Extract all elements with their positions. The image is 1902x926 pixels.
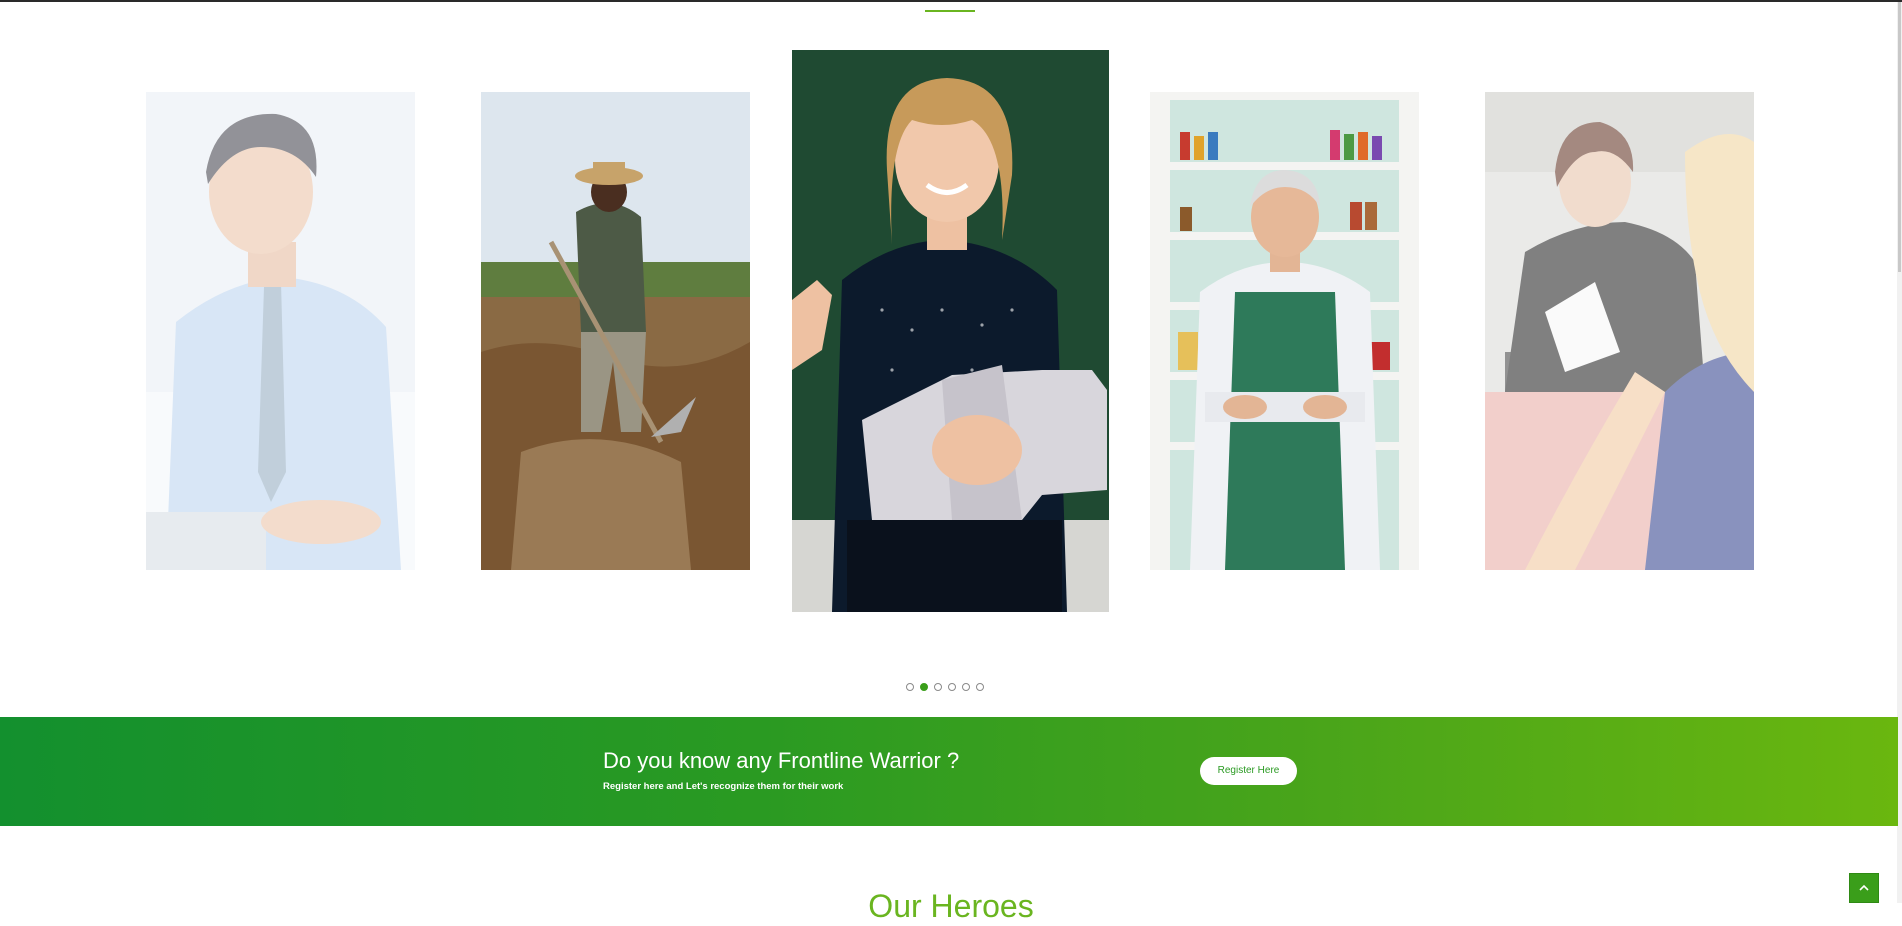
register-here-button[interactable]: Register Here xyxy=(1200,757,1297,785)
shopkeeper-photo xyxy=(1150,92,1419,570)
carousel-slide-teacher[interactable] xyxy=(792,50,1109,612)
carousel-pagination xyxy=(906,681,984,693)
banner-title: Do you know any Frontline Warrior ? xyxy=(603,748,960,773)
women-desk-photo xyxy=(1485,92,1754,570)
section-accent-underline xyxy=(925,10,975,12)
carousel-slide-women-desk[interactable] xyxy=(1485,92,1754,570)
farmer-photo xyxy=(481,92,750,570)
carousel-dot-6[interactable] xyxy=(976,683,984,691)
top-border xyxy=(0,0,1902,2)
teacher-photo xyxy=(792,50,1109,612)
our-heroes-heading: Our Heroes xyxy=(868,888,1034,924)
carousel-dot-1[interactable] xyxy=(906,683,914,691)
carousel-dot-3[interactable] xyxy=(934,683,942,691)
carousel-dot-2[interactable] xyxy=(920,683,928,691)
carousel-slide-shopkeeper[interactable] xyxy=(1150,92,1419,570)
carousel-dot-5[interactable] xyxy=(962,683,970,691)
warrior-carousel[interactable] xyxy=(0,40,1902,691)
businessman-photo xyxy=(146,92,415,570)
chevron-up-icon xyxy=(1859,884,1869,891)
carousel-dot-4[interactable] xyxy=(948,683,956,691)
carousel-slide-businessman[interactable] xyxy=(146,92,415,570)
carousel-slide-farmer[interactable] xyxy=(481,92,750,570)
banner-subtitle: Register here and Let's recognize them f… xyxy=(603,781,844,792)
back-to-top-button[interactable] xyxy=(1849,873,1879,903)
